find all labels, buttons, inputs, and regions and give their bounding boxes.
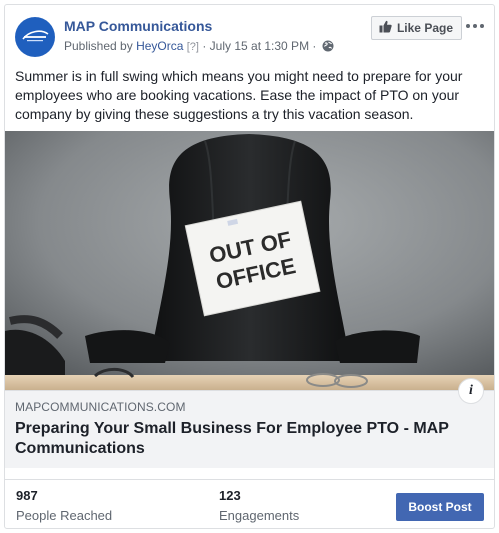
people-reached-count: 987 xyxy=(16,488,38,503)
page-logo xyxy=(15,17,55,57)
post-date[interactable]: July 15 at 1:30 PM xyxy=(210,39,309,53)
post-card: MAP Communications Published by HeyOrca … xyxy=(4,4,495,529)
post-meta: Published by HeyOrca [?] · July 15 at 1:… xyxy=(64,39,334,55)
thumbs-up-icon xyxy=(379,20,392,36)
post-photo[interactable]: OUT OF OFFICE xyxy=(5,131,494,390)
page-avatar[interactable] xyxy=(15,17,55,57)
like-page-label: Like Page xyxy=(396,21,453,35)
globe-icon[interactable] xyxy=(322,40,334,55)
link-title[interactable]: Preparing Your Small Business For Employ… xyxy=(15,419,475,459)
published-prefix: Published by xyxy=(64,39,133,53)
link-preview[interactable]: i MAPCOMMUNICATIONS.COM Preparing Your S… xyxy=(5,378,494,468)
publisher-help[interactable]: [?] xyxy=(187,41,199,53)
office-chair-photo: OUT OF OFFICE xyxy=(5,131,494,390)
engagements-label: Engagements xyxy=(219,508,300,523)
meta-separator: · xyxy=(202,39,207,53)
link-domain: MAPCOMMUNICATIONS.COM xyxy=(15,400,186,414)
post-message: Summer is in full swing which means you … xyxy=(15,68,463,122)
meta-separator: · xyxy=(312,39,317,53)
more-options-icon[interactable] xyxy=(466,19,484,33)
engagements-count: 123 xyxy=(219,488,241,503)
page-name-link[interactable]: MAP Communications xyxy=(64,18,212,34)
like-page-button[interactable]: Like Page xyxy=(370,16,462,40)
boost-post-button[interactable]: Boost Post xyxy=(396,493,484,521)
info-icon[interactable]: i xyxy=(458,378,484,404)
insights-divider xyxy=(5,479,494,480)
post-header: MAP Communications Published by HeyOrca … xyxy=(15,15,484,59)
publisher-link[interactable]: HeyOrca xyxy=(136,39,183,53)
people-reached-label: People Reached xyxy=(16,508,113,523)
